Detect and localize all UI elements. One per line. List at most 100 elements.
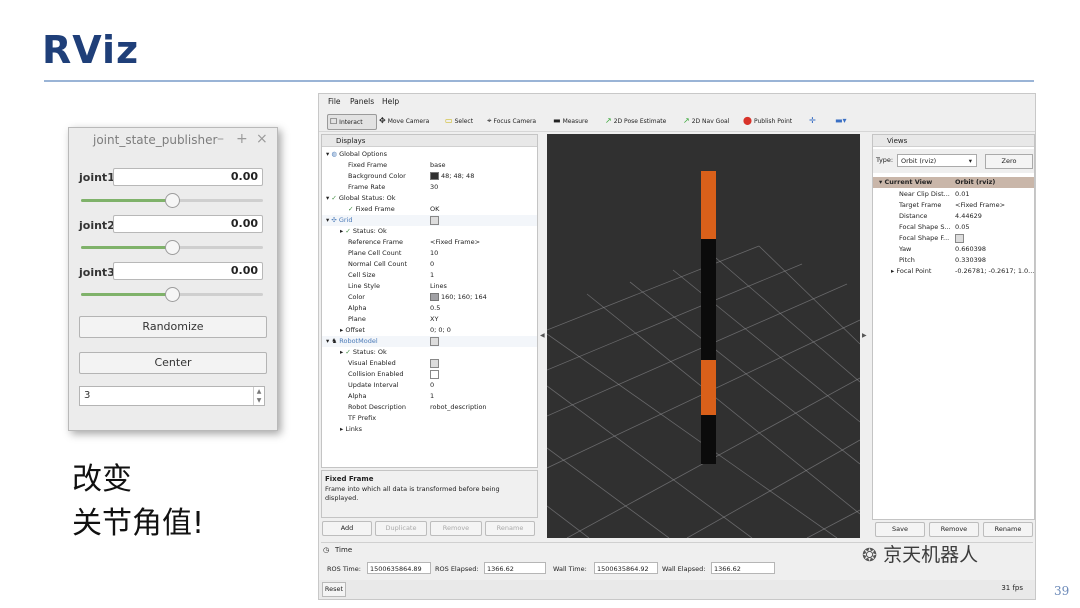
ros-time-label: ROS Time: (327, 565, 361, 573)
handwritten-caption: 改变 关节角值! (72, 458, 204, 546)
add-tool-button[interactable]: ✛ (809, 114, 818, 128)
tool-select[interactable]: ▭ Select (445, 114, 473, 128)
focus-camera-icon: ⌖ (487, 116, 492, 125)
property-description: Fixed Frame Frame into which all data is… (321, 470, 538, 518)
views-panel-header: Views (873, 135, 1034, 147)
collapse-right-arrow-icon[interactable]: ▶ (862, 332, 867, 339)
joint1-slider-fill (81, 199, 172, 202)
displays-panel: Displays ▾ ◍ Global Options Fixed Frame b… (321, 134, 538, 468)
tool-2d-nav-goal[interactable]: ↗ 2D Nav Goal (683, 114, 729, 128)
caption-line-1: 改变 (72, 462, 132, 497)
view-type-bar: Type: Orbit (rviz) ▾ Zero (873, 149, 1034, 173)
robot-link-2 (701, 239, 716, 360)
joint3-label: joint3 (79, 266, 115, 279)
jsp-titlebar: joint_state_publisher – + × (69, 128, 277, 154)
center-button[interactable]: Center (79, 352, 267, 374)
tool-menu-button[interactable]: ▬▾ (835, 114, 849, 128)
checkbox-checked[interactable] (430, 358, 439, 368)
joint-state-publisher-window: joint_state_publisher – + × joint1 0.00 … (68, 127, 278, 431)
joint-count-value: 3 (84, 390, 91, 401)
checkbox-checked[interactable] (430, 336, 439, 346)
current-view-row[interactable]: ▾ Current View Orbit (rviz) (873, 177, 1034, 188)
ros-elapsed-field[interactable]: 1366.62 (484, 562, 546, 574)
jsp-window-title: joint_state_publisher (93, 133, 218, 147)
robot-model (701, 171, 716, 464)
clock-icon: ◷ (323, 546, 330, 554)
3d-scene (547, 171, 860, 538)
rename-view-button[interactable]: Rename (983, 522, 1033, 537)
description-title: Fixed Frame (325, 475, 374, 483)
add-display-button[interactable]: Add (322, 521, 372, 536)
checkbox-unchecked[interactable] (430, 369, 439, 379)
randomize-button[interactable]: Randomize (79, 316, 267, 338)
joint3-slider-fill (81, 293, 172, 296)
joint-count-spinbox[interactable]: 3 ▲ ▼ (79, 386, 265, 406)
3d-viewport[interactable] (547, 134, 860, 538)
ruler-icon: ▬ (553, 116, 561, 125)
color-swatch (430, 293, 439, 301)
dropdown-arrow-icon: ▬▾ (835, 116, 847, 125)
crosshair-icon: ✛ (809, 116, 816, 125)
zero-button[interactable]: Zero (985, 154, 1033, 169)
menu-panels[interactable]: Panels (350, 97, 374, 106)
joint1-label: joint1 (79, 171, 115, 184)
checkbox-checked[interactable] (955, 233, 964, 243)
displays-title: Displays (336, 137, 366, 145)
robot-link-1 (701, 171, 716, 239)
tool-move-camera[interactable]: ✥ Move Camera (379, 114, 429, 128)
menu-help[interactable]: Help (382, 97, 399, 106)
wechat-icon: ❂ (862, 545, 878, 566)
tool-2d-pose-estimate[interactable]: ↗ 2D Pose Estimate (605, 114, 666, 128)
watermark: ❂ 京天机器人 (862, 544, 979, 566)
remove-display-button[interactable]: Remove (430, 521, 482, 536)
minimize-button[interactable]: – (217, 131, 224, 147)
rviz-window: File Panels Help ☐ Interact ✥ Move Camera … (318, 93, 1036, 600)
checkbox-checked[interactable] (430, 215, 439, 225)
close-button[interactable]: × (256, 131, 268, 147)
spin-arrows-icon[interactable]: ▲ ▼ (253, 387, 264, 405)
joint1-slider[interactable] (81, 193, 263, 208)
duplicate-display-button[interactable]: Duplicate (375, 521, 427, 536)
tool-focus-camera[interactable]: ⌖ Focus Camera (487, 114, 536, 128)
joint3-slider[interactable] (81, 287, 263, 302)
tool-publish-point[interactable]: ⬤ Publish Point (743, 114, 792, 128)
joint2-slider-fill (81, 246, 172, 249)
ros-elapsed-label: ROS Elapsed: (435, 565, 479, 573)
pose-arrow-icon: ↗ (605, 116, 612, 125)
view-type-select[interactable]: Orbit (rviz) ▾ (897, 154, 977, 167)
save-view-button[interactable]: Save (875, 522, 925, 537)
move-camera-icon: ✥ (379, 116, 386, 125)
remove-view-button[interactable]: Remove (929, 522, 979, 537)
menu-file[interactable]: File (328, 97, 341, 106)
tree-row[interactable]: ▾ ✣ Grid (322, 215, 537, 226)
joint1-value-field[interactable]: 0.00 (113, 168, 263, 186)
joint3-slider-handle[interactable] (165, 287, 180, 302)
rename-display-button[interactable]: Rename (485, 521, 535, 536)
fps-readout: 31 fps (1001, 584, 1023, 592)
ros-time-field[interactable]: 1500635864.89 (367, 562, 431, 574)
collapse-left-arrow-icon[interactable]: ◀ (540, 332, 545, 339)
views-panel: Views Type: Orbit (rviz) ▾ Zero ▾ Current… (872, 134, 1035, 520)
joint1-slider-handle[interactable] (165, 193, 180, 208)
robot-link-3 (701, 360, 716, 415)
maximize-button[interactable]: + (236, 131, 248, 147)
tool-interact[interactable]: ☐ Interact (327, 114, 377, 130)
interact-icon: ☐ (330, 117, 338, 126)
menu-bar: File Panels Help (319, 94, 1035, 109)
tree-row[interactable]: ▾ ♞ RobotModel (322, 336, 537, 347)
chevron-down-icon: ▾ (968, 157, 972, 165)
joint2-slider[interactable] (81, 240, 263, 255)
color-swatch (430, 172, 439, 180)
tool-measure[interactable]: ▬ Measure (553, 114, 588, 128)
reset-button[interactable]: Reset (322, 582, 346, 597)
wall-elapsed-field[interactable]: 1366.62 (711, 562, 775, 574)
joint3-value-field[interactable]: 0.00 (113, 262, 263, 280)
tool-bar: ☐ Interact ✥ Move Camera ▭ Select ⌖ Focus Ca… (319, 111, 1035, 132)
description-text: Frame into which all data is transformed… (325, 485, 500, 502)
page-number: 39 (1054, 584, 1070, 598)
joint2-value-field[interactable]: 0.00 (113, 215, 263, 233)
nav-goal-arrow-icon: ↗ (683, 116, 690, 125)
wall-time-field[interactable]: 1500635864.92 (594, 562, 658, 574)
views-title: Views (887, 137, 908, 145)
joint2-slider-handle[interactable] (165, 240, 180, 255)
